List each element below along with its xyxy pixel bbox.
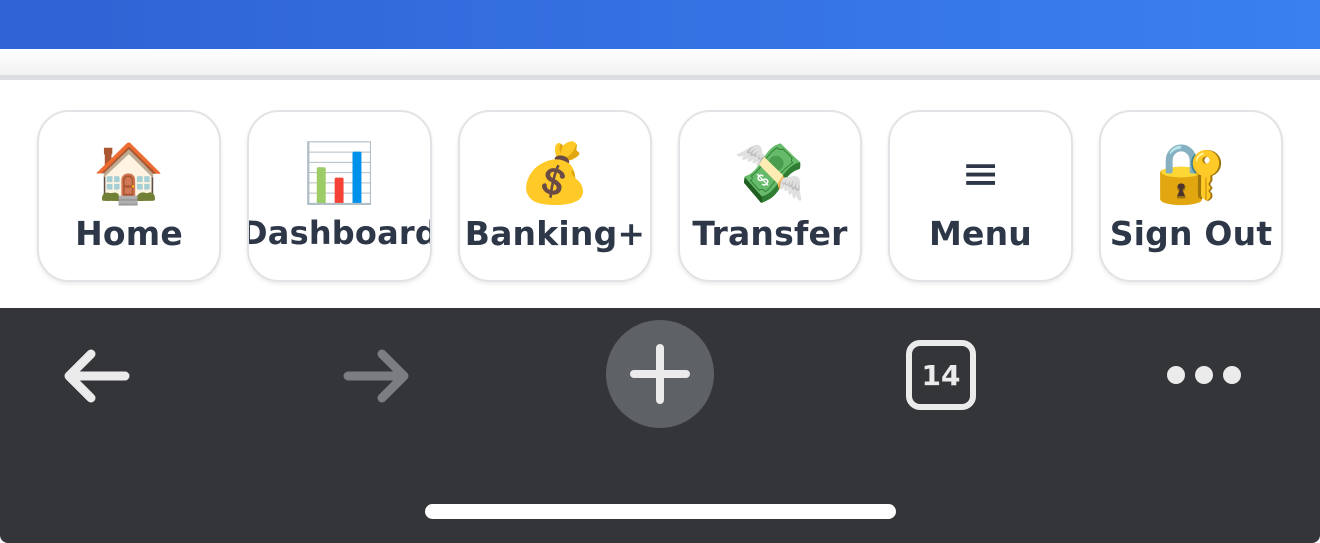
- money-with-wings-icon: 💸: [733, 138, 807, 207]
- more-dots-icon: [1167, 366, 1241, 384]
- app-header-bar: [0, 0, 1320, 49]
- tab-count: 14: [921, 358, 961, 392]
- new-tab-button[interactable]: [606, 320, 714, 428]
- header-subbar: [0, 49, 1320, 80]
- sign-out-label: Sign Out: [1109, 213, 1273, 253]
- dashboard-button[interactable]: 📊 Dashboard: [247, 110, 432, 282]
- back-arrow-icon: [64, 349, 130, 403]
- forward-arrow-icon: [343, 349, 409, 403]
- bar-chart-icon: 📊: [303, 139, 376, 207]
- browser-toolbar: 14: [0, 308, 1320, 543]
- banking-plus-button[interactable]: 💰 Banking+: [458, 110, 652, 282]
- forward-button[interactable]: [338, 342, 418, 410]
- lock-with-key-icon: 🔐: [1154, 138, 1228, 207]
- back-button[interactable]: [55, 342, 135, 410]
- hamburger-menu-icon: ≡: [961, 145, 1000, 200]
- house-icon: 🏠: [92, 138, 166, 207]
- dashboard-label: Dashboard: [247, 214, 432, 252]
- transfer-button[interactable]: 💸 Transfer: [678, 110, 862, 282]
- menu-button[interactable]: ≡ Menu: [888, 110, 1073, 282]
- menu-label: Menu: [928, 213, 1032, 253]
- banking-plus-label: Banking+: [464, 213, 646, 253]
- quick-nav: 🏠 Home 📊 Dashboard 💰 Banking+ 💸 Transfer…: [0, 84, 1320, 308]
- plus-icon: [630, 344, 690, 404]
- home-indicator: [425, 504, 896, 519]
- home-label: Home: [75, 213, 183, 253]
- home-button[interactable]: 🏠 Home: [37, 110, 221, 282]
- transfer-label: Transfer: [692, 213, 848, 253]
- tab-count-button[interactable]: 14: [906, 340, 976, 410]
- sign-out-button[interactable]: 🔐 Sign Out: [1099, 110, 1283, 282]
- money-bag-icon: 💰: [518, 138, 592, 207]
- more-options-button[interactable]: [1162, 358, 1246, 392]
